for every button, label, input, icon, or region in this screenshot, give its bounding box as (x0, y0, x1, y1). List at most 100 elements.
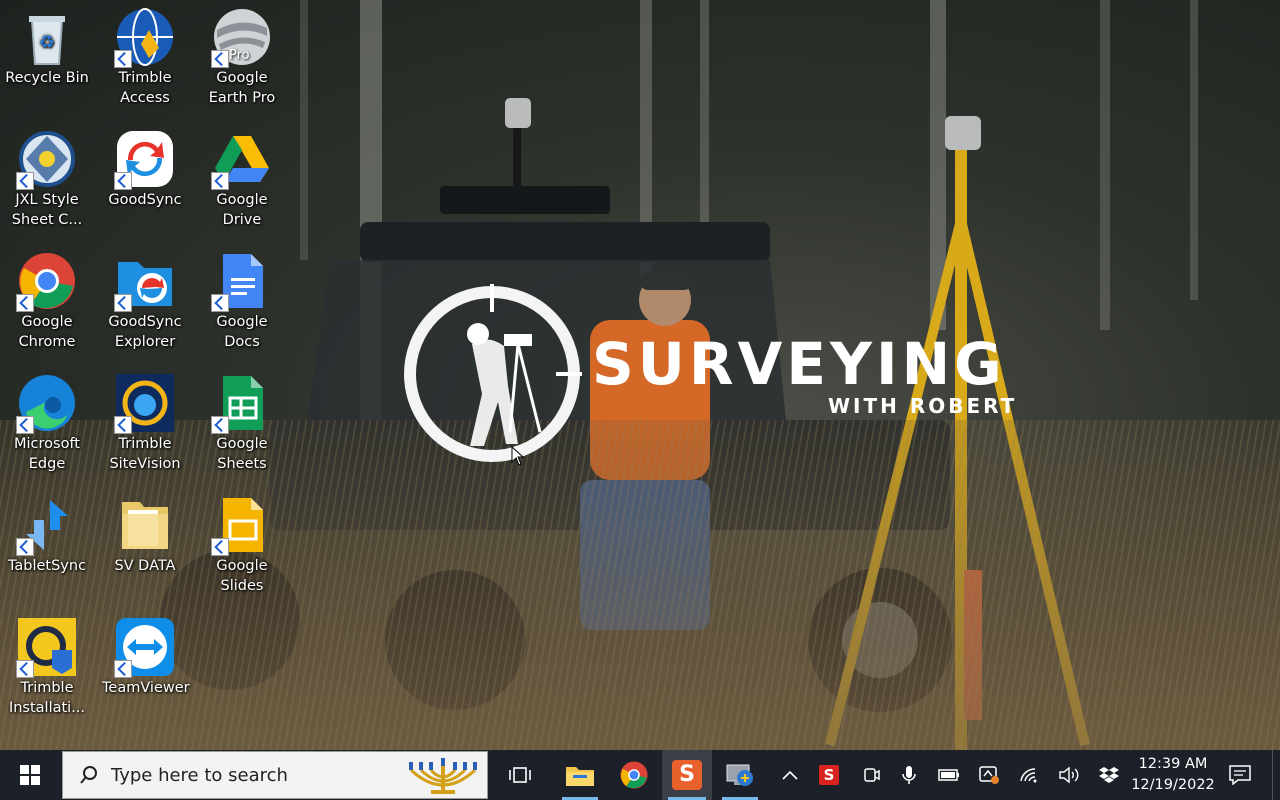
desktop-icon-label: Google Sheets (216, 436, 268, 472)
chrome-icon (620, 761, 648, 789)
desktop-icon-label: GoodSync Explorer (108, 314, 182, 350)
tray-microphone[interactable] (894, 750, 924, 800)
desktop-icon-label: Google Slides (216, 558, 268, 594)
tray-battery[interactable] (934, 750, 964, 800)
desktop-icon-sv-data[interactable]: SV DATA (100, 488, 190, 576)
notification-icon (1229, 765, 1251, 785)
tray-volume[interactable] (1054, 750, 1084, 800)
file-explorer-icon (566, 767, 594, 786)
desktop-icon-label: Trimble Access (118, 70, 172, 106)
trimble-sitevision-icon (114, 372, 176, 434)
clock-date: 12/19/2022 (1131, 777, 1215, 793)
desktop-icon-label: TabletSync (7, 558, 87, 574)
taskbar-app-remote-desktop[interactable] (716, 750, 764, 800)
shortcut-arrow-icon (211, 294, 229, 312)
taskbar-app-snagit[interactable]: S (662, 750, 712, 800)
desktop-icon-google-docs[interactable]: Google Docs (197, 244, 287, 352)
clock-time: 12:39 AM (1138, 756, 1208, 772)
task-view-button[interactable] (496, 750, 544, 800)
device-sync-icon (979, 766, 999, 784)
recycle-bin-icon: ♻ (16, 6, 78, 68)
desktop: SURVEYING WITH ROBERT ♻ Recycle Bin JXL … (0, 0, 1280, 750)
start-button[interactable] (0, 750, 60, 800)
tray-dropbox[interactable] (1094, 750, 1124, 800)
snagit-tray-icon: S (819, 765, 839, 785)
desktop-icon-recycle-bin[interactable]: ♻ Recycle Bin (2, 0, 92, 88)
desktop-icon-google-chrome[interactable]: Google Chrome (2, 244, 92, 352)
goodsync-icon (114, 128, 176, 190)
shortcut-arrow-icon (16, 538, 34, 556)
google-drive-icon (211, 128, 273, 190)
desktop-icon-label: TeamViewer (102, 680, 190, 696)
battery-icon (938, 769, 959, 781)
wifi-icon (1020, 768, 1037, 783)
desktop-icon-label: Google Earth Pro (208, 70, 276, 106)
trimble-installation-icon (16, 616, 78, 678)
desktop-icon-label: JXL Style Sheet C... (11, 192, 83, 228)
desktop-icon-label: Google Chrome (18, 314, 76, 350)
shortcut-arrow-icon (211, 172, 229, 190)
shortcut-arrow-icon (16, 172, 34, 190)
pro-badge: Pro (229, 48, 250, 63)
shortcut-arrow-icon (114, 416, 132, 434)
desktop-icon-label: SV DATA (114, 558, 176, 574)
tray-wifi[interactable] (1014, 750, 1044, 800)
desktop-icon-tabletsync[interactable]: TabletSync (2, 488, 92, 576)
desktop-icon-label: Trimble Installati... (8, 680, 86, 716)
shortcut-arrow-icon (114, 172, 132, 190)
desktop-icon-google-slides[interactable]: Google Slides (197, 488, 287, 596)
desktop-icon-google-sheets[interactable]: Google Sheets (197, 366, 287, 474)
windows-logo-icon (20, 765, 40, 785)
desktop-icon-google-drive[interactable]: Google Drive (197, 122, 287, 230)
desktop-icon-label: Google Drive (216, 192, 268, 228)
tabletsync-icon (16, 494, 78, 556)
mouse-cursor-icon (511, 446, 525, 466)
desktop-icon-trimble-installation[interactable]: Trimble Installati... (2, 610, 92, 718)
tray-device-sync[interactable] (974, 750, 1004, 800)
tray-snagit[interactable]: S (814, 750, 844, 800)
desktop-icon-goodsync-explorer[interactable]: GoodSync Explorer (100, 244, 190, 352)
dropbox-icon (1099, 767, 1119, 783)
shortcut-arrow-icon (16, 660, 34, 678)
desktop-icon-trimble-access[interactable]: Trimble Access (100, 0, 190, 108)
search-icon (80, 766, 97, 784)
edge-icon (16, 372, 78, 434)
show-hidden-icons-button[interactable] (776, 750, 804, 800)
search-placeholder: Type here to search (111, 765, 288, 786)
desktop-icon-google-earth-pro[interactable]: Pro Google Earth Pro (197, 0, 287, 108)
folder-icon (114, 494, 176, 556)
action-center-button[interactable] (1222, 750, 1258, 800)
shortcut-arrow-icon (114, 294, 132, 312)
taskbar-app-file-explorer[interactable] (556, 750, 604, 800)
taskbar-app-chrome[interactable] (610, 750, 658, 800)
surveyor-logo-icon (404, 284, 582, 462)
jxl-style-sheet-icon (16, 128, 78, 190)
shortcut-arrow-icon (211, 50, 229, 68)
desktop-icon-label: GoodSync (108, 192, 182, 208)
desktop-icon-microsoft-edge[interactable]: Microsoft Edge (2, 366, 92, 474)
shortcut-arrow-icon (114, 660, 132, 678)
desktop-icon-label: Microsoft Edge (14, 436, 80, 472)
shortcut-arrow-icon (211, 416, 229, 434)
show-desktop-button[interactable] (1272, 750, 1280, 800)
tray-camera[interactable] (856, 750, 886, 800)
shortcut-arrow-icon (16, 294, 34, 312)
taskbar-search-box[interactable]: Type here to search (62, 751, 488, 799)
logo-title: SURVEYING (592, 330, 1006, 398)
google-sheets-icon (211, 372, 273, 434)
desktop-icon-goodsync[interactable]: GoodSync (100, 122, 190, 210)
desktop-icon-teamviewer[interactable]: TeamViewer (100, 610, 190, 698)
desktop-icon-jxl-style-sheet[interactable]: JXL Style Sheet C... (2, 122, 92, 230)
logo-subtitle: WITH ROBERT (828, 394, 1018, 418)
teamviewer-icon (114, 616, 176, 678)
desktop-icon-trimble-sitevision[interactable]: Trimble SiteVision (100, 366, 190, 474)
task-view-icon (509, 767, 531, 783)
chevron-up-icon (782, 770, 798, 780)
taskbar-clock[interactable]: 12:39 AM 12/19/2022 (1128, 751, 1218, 799)
microphone-icon (902, 766, 916, 784)
desktop-icon-label: Recycle Bin (5, 70, 89, 86)
desktop-icon-label: Trimble SiteVision (109, 436, 181, 472)
google-docs-icon (211, 250, 273, 312)
surveying-logo: SURVEYING WITH ROBERT (400, 282, 1040, 472)
shortcut-arrow-icon (16, 416, 34, 434)
